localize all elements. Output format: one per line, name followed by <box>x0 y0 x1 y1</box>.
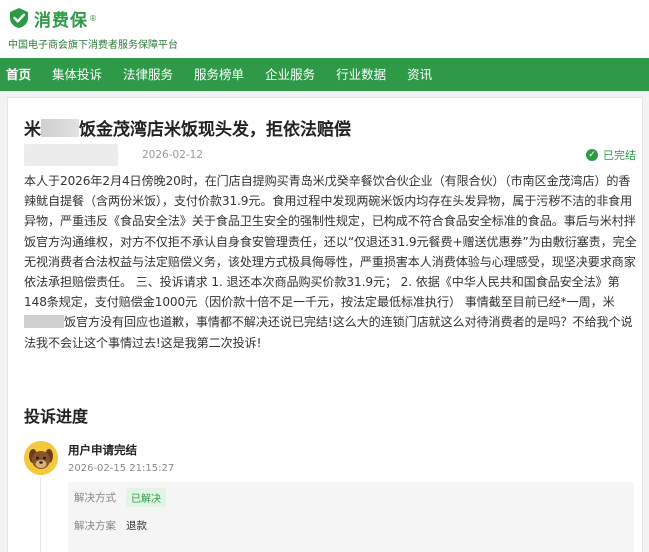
timeline-event-time: 2026-02-15 21:15:27 <box>68 463 175 474</box>
redacted-user <box>24 144 118 166</box>
timeline-event-details: 解决方式 已解决 解决方案 退款 <box>68 482 634 552</box>
timeline-line <box>40 478 41 552</box>
title-prefix: 米 <box>24 120 41 140</box>
redacted-text <box>41 119 79 137</box>
nav-item-service-ranking[interactable]: 服务榜单 <box>194 58 244 91</box>
complaint-meta: 2026-02-12 ✓ 已完结 <box>24 144 636 166</box>
resolution-plan-value: 退款 <box>126 520 147 532</box>
dog-avatar-icon <box>24 441 58 475</box>
resolution-method-row: 解决方式 已解决 <box>74 488 166 507</box>
complaint-body-part2: 饭官方没有回应也道歉，事情都不解决还说已完结!这么大的连锁门店就这么对待消费者的… <box>24 315 633 350</box>
registered-mark: ® <box>89 13 97 23</box>
site-header: 消费保 ® 中国电子商会旗下消费者服务保障平台 <box>0 0 649 58</box>
resolution-method-label: 解决方式 <box>74 492 116 504</box>
complaint-body: 本人于2026年2月4日傍晚20时，在门店自提购买青岛米戊癸辛餐饮合伙企业（有限… <box>24 171 640 353</box>
nav-item-legal-service[interactable]: 法律服务 <box>123 58 173 91</box>
resolution-plan-row: 解决方案 退款 <box>74 518 147 533</box>
shield-logo-icon <box>8 7 30 29</box>
nav-item-group-complaint[interactable]: 集体投诉 <box>52 58 102 91</box>
nav-item-news[interactable]: 资讯 <box>407 58 432 91</box>
main-nav: 首页 集体投诉 法律服务 服务榜单 企业服务 行业数据 资讯 <box>0 58 649 91</box>
resolution-method-tag: 已解决 <box>126 488 166 507</box>
logo[interactable]: 消费保 ® <box>8 6 641 31</box>
complaint-body-part1: 本人于2026年2月4日傍晚20时，在门店自提购买青岛米戊癸辛餐饮合伙企业（有限… <box>24 174 637 310</box>
title-suffix: 饭金茂湾店米饭现头发，拒依法赔偿 <box>79 120 351 140</box>
check-circle-icon: ✓ <box>586 149 598 161</box>
progress-title: 投诉进度 <box>24 407 89 426</box>
complaint-card: 米 饭金茂湾店米饭现头发，拒依法赔偿 2026-02-12 ✓ 已完结 本人于20… <box>7 97 643 552</box>
nav-item-home[interactable]: 首页 <box>6 58 31 91</box>
complaint-date: 2026-02-12 <box>142 149 204 161</box>
nav-item-enterprise-service[interactable]: 企业服务 <box>265 58 315 91</box>
redacted-text <box>24 315 64 329</box>
status-label: 已完结 <box>603 149 636 162</box>
nav-item-industry-data[interactable]: 行业数据 <box>336 58 386 91</box>
status-badge: ✓ 已完结 <box>586 147 636 163</box>
complaint-title: 米 饭金茂湾店米饭现头发，拒依法赔偿 <box>24 115 351 140</box>
site-slogan: 中国电子商会旗下消费者服务保障平台 <box>8 40 178 51</box>
logo-text: 消费保 <box>34 10 88 31</box>
resolution-plan-label: 解决方案 <box>74 520 116 532</box>
timeline-event-title: 用户申请完结 <box>68 443 137 457</box>
